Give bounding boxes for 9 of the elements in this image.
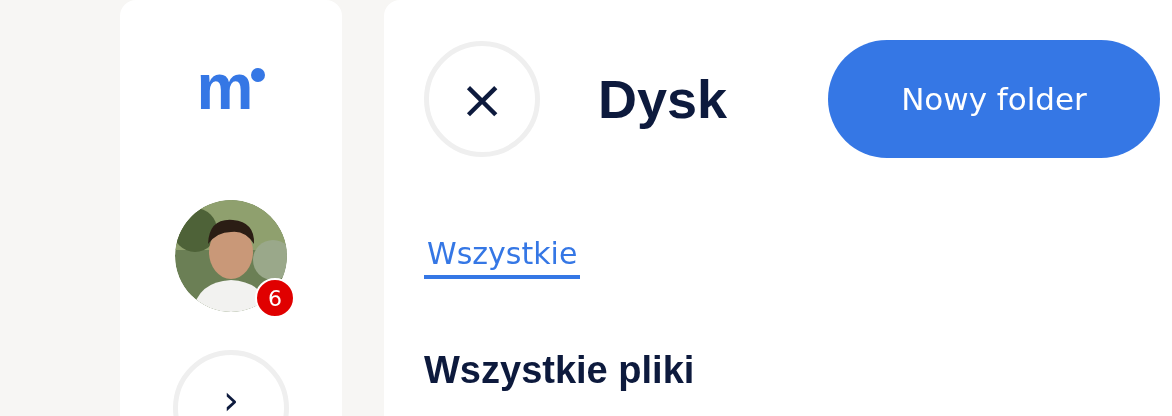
expand-button[interactable]: › (173, 350, 289, 416)
page-title: Dysk (598, 68, 728, 130)
logo: m (196, 52, 254, 122)
section-title: Wszystkie pliki (424, 349, 696, 391)
close-button[interactable]: × (424, 41, 540, 157)
logo-dot-icon (251, 68, 266, 82)
notification-badge: 6 (255, 278, 295, 318)
new-folder-button[interactable]: Nowy folder (828, 40, 1160, 158)
tab[interactable]: Wszystkie (424, 236, 581, 279)
